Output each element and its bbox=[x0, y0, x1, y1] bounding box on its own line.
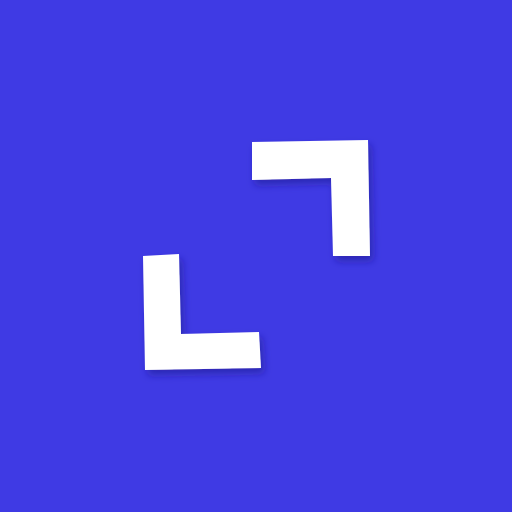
app-icon[interactable] bbox=[0, 0, 512, 512]
icon-background bbox=[0, 0, 512, 512]
expand-icon bbox=[0, 0, 512, 512]
